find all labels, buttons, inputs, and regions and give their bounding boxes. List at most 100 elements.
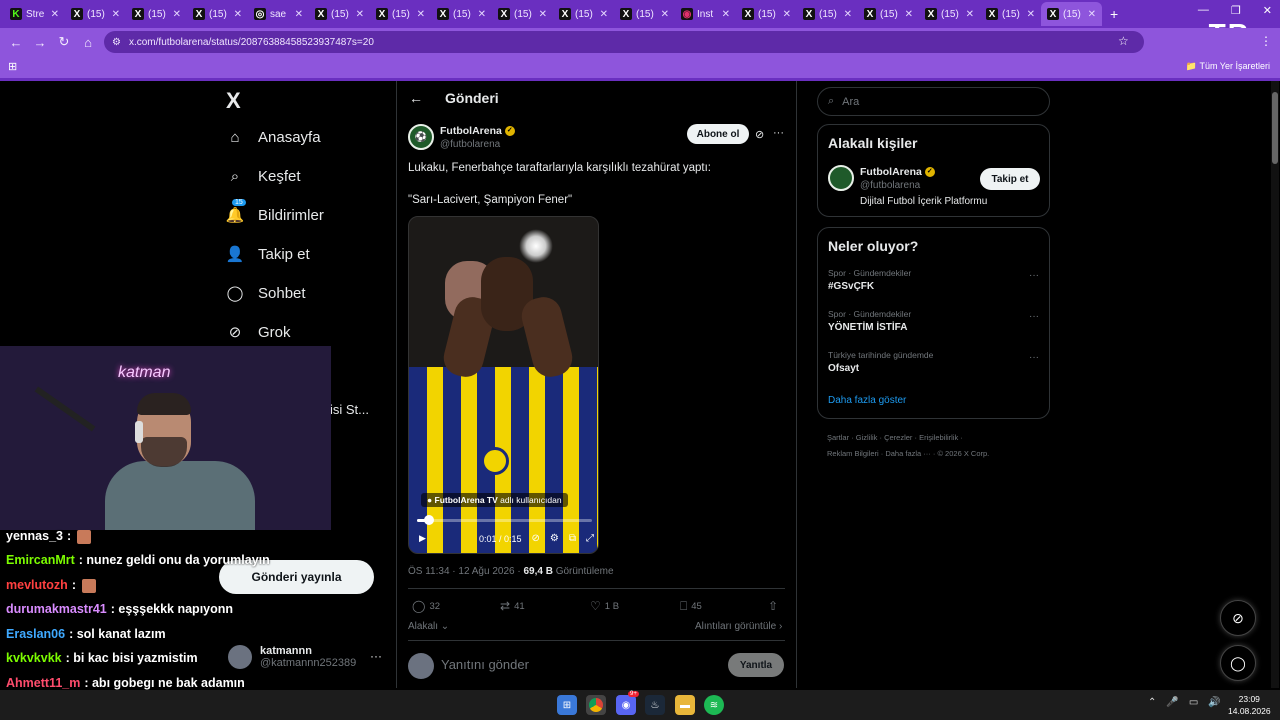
close-tab-icon[interactable]: ✕ — [844, 9, 852, 20]
apps-grid-icon[interactable]: ⊞ — [8, 60, 17, 73]
maximize-icon[interactable]: ❐ — [1231, 4, 1241, 17]
video-progress-bar[interactable] — [417, 515, 592, 525]
reload-icon[interactable]: ↻ — [52, 34, 76, 50]
nav-item-grok[interactable]: ⊘ Grok — [226, 323, 291, 342]
bookmark-action[interactable]: ⎕ 45 — [680, 599, 702, 614]
more-icon[interactable]: ··· — [1029, 352, 1039, 363]
video-source-label[interactable]: ● FutbolArena TV adlı kullanıcıdan — [421, 493, 568, 507]
like-action[interactable]: ♡ 1 B — [590, 599, 619, 613]
browser-tab[interactable]: X (15) ✕ — [919, 2, 980, 26]
share-action[interactable]: ⇧ — [768, 599, 778, 613]
browser-tab[interactable]: K Stre ✕ — [4, 2, 65, 26]
author-name[interactable]: FutbolArena ✓ — [440, 125, 515, 137]
reply-button[interactable]: Yanıtla — [728, 653, 784, 677]
browser-tab[interactable]: X (15) ✕ — [614, 2, 675, 26]
footer-links-2[interactable]: Reklam Bilgileri · Daha fazla ··· · © 20… — [827, 449, 989, 458]
mute-icon[interactable]: ⊘ — [532, 533, 540, 544]
nav-item-home[interactable]: ⌂ Anasayfa — [226, 128, 320, 146]
footer-links[interactable]: Şartlar · Gizlilik · Çerezler · Erişileb… — [827, 433, 963, 442]
browser-tab[interactable]: X (15) ✕ — [858, 2, 919, 26]
volume-icon[interactable]: 🔊 — [1208, 697, 1220, 708]
forward-icon[interactable]: → — [28, 35, 52, 50]
reply-input[interactable]: Yanıtını gönder — [441, 657, 529, 672]
browser-tab[interactable]: X (15) ✕ — [65, 2, 126, 26]
url-input[interactable]: ⚙ x.com/futbolarena/status/2087638845852… — [104, 31, 1144, 53]
post-timestamp[interactable]: ÖS 11:34 · 12 Ağu 2026 · — [408, 566, 521, 577]
taskbar-clock[interactable]: 23:09 14.08.2026 — [1228, 693, 1271, 717]
browser-tab[interactable]: ◉ Inst ✕ — [675, 2, 736, 26]
close-tab-icon[interactable]: ✕ — [600, 9, 608, 20]
browser-tab[interactable]: X (15) ✕ — [492, 2, 553, 26]
back-icon[interactable]: ← — [4, 35, 28, 50]
browser-tab[interactable]: X (15) ✕ — [553, 2, 614, 26]
subscribe-button[interactable]: Abone ol — [687, 124, 749, 144]
fullscreen-icon[interactable]: ⤢ — [586, 533, 594, 544]
close-tab-icon[interactable]: ✕ — [173, 9, 181, 20]
network-icon[interactable]: ▭ — [1189, 697, 1198, 708]
repost-action[interactable]: ⇄ 41 — [500, 599, 525, 613]
nav-item-follow[interactable]: 👤 Takip et — [226, 245, 310, 264]
close-tab-icon[interactable]: ✕ — [295, 9, 303, 20]
menu-icon[interactable]: ⋮ — [1260, 34, 1272, 48]
more-icon[interactable]: ··· — [773, 127, 784, 139]
person-name[interactable]: FutbolArena ✓ — [860, 166, 935, 178]
sort-dropdown[interactable]: Alakalı ⌄ — [408, 621, 449, 632]
browser-tab[interactable]: X (15) ✕ — [1041, 2, 1102, 26]
close-tab-icon[interactable]: ✕ — [661, 9, 669, 20]
person-handle[interactable]: @futbolarena — [860, 180, 920, 191]
all-bookmarks[interactable]: 📁 Tüm Yer İşaretleri — [1186, 61, 1270, 72]
browser-tab[interactable]: X (15) ✕ — [309, 2, 370, 26]
reply-action[interactable]: ◯ 32 — [412, 599, 440, 613]
browser-tab[interactable]: X (15) ✕ — [980, 2, 1041, 26]
play-icon[interactable]: ▶ — [419, 533, 426, 544]
bookmark-star-icon[interactable]: ☆ — [1118, 34, 1129, 48]
spotify-icon[interactable]: ≋ — [704, 695, 724, 715]
back-arrow-icon[interactable]: ← — [409, 90, 423, 106]
microphone-icon[interactable]: 🎤 — [1166, 697, 1178, 708]
search-input[interactable]: ⌕ Ara — [817, 87, 1050, 116]
grok-icon[interactable]: ⊘ — [755, 128, 764, 141]
nav-item-explore[interactable]: ⌕ Keşfet — [226, 167, 301, 185]
nav-item-chat[interactable]: ◯ Sohbet — [226, 284, 306, 303]
close-tab-icon[interactable]: ✕ — [539, 9, 547, 20]
close-tab-icon[interactable]: ✕ — [783, 9, 791, 20]
chrome-icon[interactable] — [586, 695, 606, 715]
close-tab-icon[interactable]: ✕ — [905, 9, 913, 20]
trend-item[interactable]: Spor · Gündemdekiler #GSvÇFK — [828, 268, 911, 292]
site-info-icon[interactable]: ⚙ — [112, 37, 121, 48]
close-tab-icon[interactable]: ✕ — [478, 9, 486, 20]
home-icon[interactable]: ⌂ — [76, 35, 100, 50]
close-tab-icon[interactable]: ✕ — [1027, 9, 1035, 20]
browser-tab[interactable]: X (15) ✕ — [126, 2, 187, 26]
follow-button[interactable]: Takip et — [980, 168, 1040, 190]
more-icon[interactable]: ··· — [1029, 270, 1039, 281]
grok-fab-button[interactable]: ⊘ — [1220, 600, 1256, 636]
close-window-icon[interactable]: ✕ — [1263, 4, 1272, 17]
chevron-up-icon[interactable]: ⌃ — [1148, 697, 1156, 708]
close-tab-icon[interactable]: ✕ — [112, 9, 120, 20]
browser-tab[interactable]: X (15) ✕ — [431, 2, 492, 26]
steam-icon[interactable]: ♨ — [645, 695, 665, 715]
video-player[interactable]: ● FutbolArena TV adlı kullanıcıdan ▶ 0:0… — [408, 216, 599, 554]
file-explorer-icon[interactable]: ▬ — [675, 695, 695, 715]
pip-icon[interactable]: ⧉ — [569, 533, 576, 544]
more-icon[interactable]: ··· — [370, 649, 382, 663]
close-tab-icon[interactable]: ✕ — [417, 9, 425, 20]
scrollbar[interactable] — [1271, 81, 1279, 688]
author-handle[interactable]: @futbolarena — [440, 139, 500, 150]
settings-icon[interactable]: ⚙ — [550, 533, 559, 544]
browser-tab[interactable]: ◎ sae ✕ — [248, 2, 309, 26]
author-avatar[interactable]: ⚽ — [408, 124, 434, 150]
browser-tab[interactable]: X (15) ✕ — [797, 2, 858, 26]
scrollbar-thumb[interactable] — [1272, 92, 1278, 164]
avatar[interactable] — [828, 165, 854, 191]
discord-icon[interactable]: ◉ 9+ — [616, 691, 639, 715]
close-tab-icon[interactable]: ✕ — [722, 9, 730, 20]
minimize-icon[interactable]: — — [1198, 4, 1209, 17]
x-logo[interactable]: X — [226, 88, 241, 114]
nav-item-notifications[interactable]: 🔔 15 Bildirimler — [226, 199, 324, 224]
close-tab-icon[interactable]: ✕ — [51, 9, 59, 20]
more-icon[interactable]: ··· — [1029, 311, 1039, 322]
close-tab-icon[interactable]: ✕ — [234, 9, 242, 20]
windows-start-icon[interactable]: ⊞ — [557, 695, 577, 715]
